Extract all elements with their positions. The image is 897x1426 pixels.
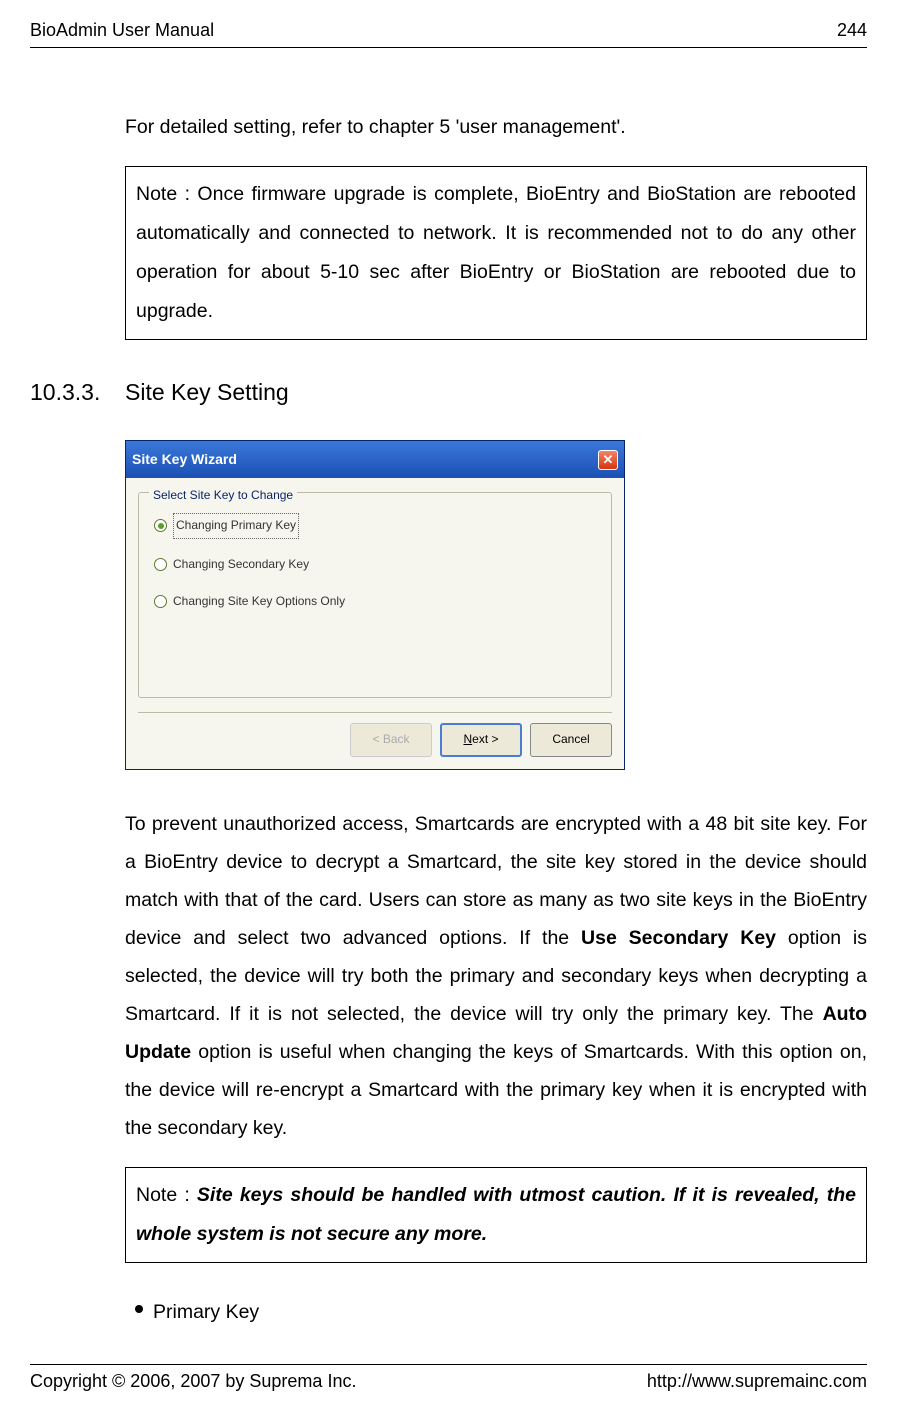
close-button[interactable]: ✕: [598, 450, 618, 470]
content-area: For detailed setting, refer to chapter 5…: [30, 108, 867, 1331]
site-key-wizard-dialog: Site Key Wizard ✕ Select Site Key to Cha…: [125, 440, 625, 770]
dialog-titlebar: Site Key Wizard ✕: [126, 441, 624, 478]
group-legend: Select Site Key to Change: [149, 484, 297, 507]
button-row: < Back Next > Cancel: [138, 723, 612, 756]
next-button-label: Next >: [463, 732, 498, 746]
section-heading: 10.3.3. Site Key Setting: [30, 370, 867, 415]
copyright-text: Copyright © 2006, 2007 by Suprema Inc.: [30, 1371, 356, 1392]
screenshot-wrap: Site Key Wizard ✕ Select Site Key to Cha…: [125, 440, 867, 770]
radio-icon: [154, 558, 167, 571]
radio-label: Changing Site Key Options Only: [173, 590, 345, 613]
note-2-prefix: Note :: [136, 1184, 197, 1206]
dialog-title: Site Key Wizard: [132, 446, 237, 473]
radio-label: Changing Secondary Key: [173, 553, 309, 576]
note-1-text: Note : Once firmware upgrade is complete…: [136, 183, 856, 322]
page-number: 244: [837, 20, 867, 41]
bullet-label: Primary Key: [153, 1293, 259, 1331]
note-box-1: Note : Once firmware upgrade is complete…: [125, 166, 867, 340]
back-button-label: < Back: [372, 732, 409, 746]
separator: [138, 712, 612, 713]
note-box-2: Note : Site keys should be handled with …: [125, 1167, 867, 1263]
radio-icon: [154, 519, 167, 532]
bullet-primary-key: Primary Key: [125, 1293, 867, 1331]
body-paragraph: To prevent unauthorized access, Smartcar…: [125, 805, 867, 1147]
back-button: < Back: [350, 723, 432, 756]
cancel-button[interactable]: Cancel: [530, 723, 612, 756]
footer-url: http://www.supremainc.com: [647, 1371, 867, 1392]
header-left: BioAdmin User Manual: [30, 20, 214, 41]
page-header: BioAdmin User Manual 244: [30, 20, 867, 48]
radio-changing-secondary-key[interactable]: Changing Secondary Key: [154, 553, 601, 576]
page-footer: Copyright © 2006, 2007 by Suprema Inc. h…: [30, 1364, 867, 1392]
body-text-3: option is useful when changing the keys …: [125, 1041, 867, 1139]
radio-changing-primary-key[interactable]: Changing Primary Key: [154, 513, 601, 538]
section-number: 10.3.3.: [30, 370, 125, 415]
bullet-icon: [135, 1305, 143, 1313]
radio-changing-options-only[interactable]: Changing Site Key Options Only: [154, 590, 601, 613]
section-title: Site Key Setting: [125, 370, 289, 415]
cancel-button-label: Cancel: [552, 732, 589, 746]
next-button[interactable]: Next >: [440, 723, 522, 756]
use-secondary-key-term: Use Secondary Key: [581, 927, 776, 949]
radio-icon: [154, 595, 167, 608]
note-2-emphasis: Site keys should be handled with utmost …: [136, 1184, 856, 1245]
intro-text: For detailed setting, refer to chapter 5…: [125, 108, 867, 146]
close-icon: ✕: [603, 453, 614, 466]
radio-label: Changing Primary Key: [173, 513, 299, 538]
dialog-body: Select Site Key to Change Changing Prima…: [126, 478, 624, 769]
select-site-key-group: Select Site Key to Change Changing Prima…: [138, 492, 612, 698]
